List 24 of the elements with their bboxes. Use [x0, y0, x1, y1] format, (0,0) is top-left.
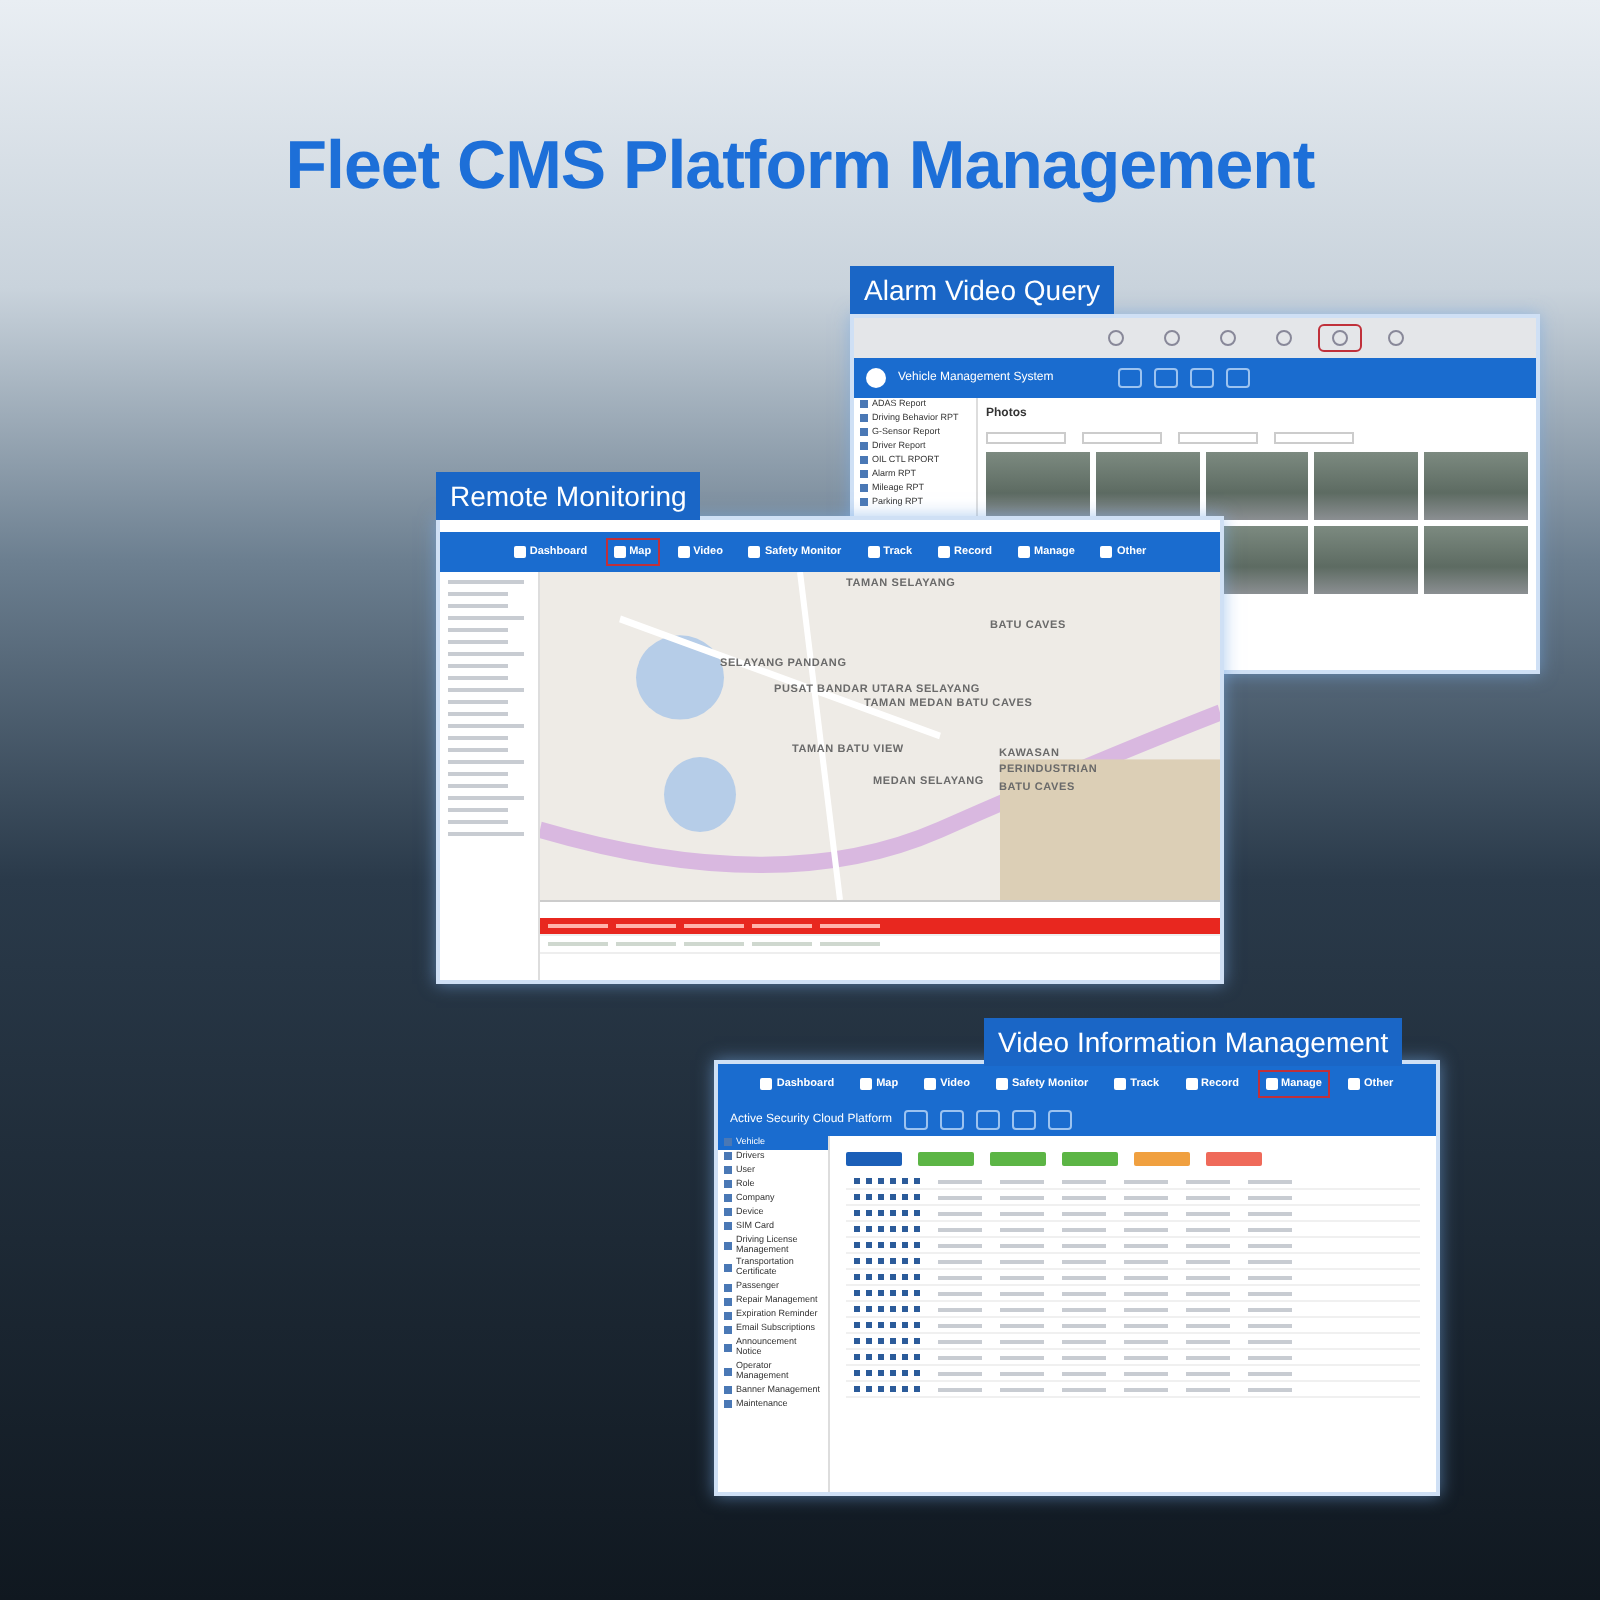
section-label: Video Information Management	[984, 1018, 1403, 1066]
input-field[interactable]	[1082, 432, 1162, 444]
toolbar-icon[interactable]	[1048, 1110, 1073, 1130]
page-title: Fleet CMS Platform Management	[283, 126, 1317, 208]
toolbar-icon[interactable]	[1117, 368, 1142, 388]
input-field[interactable]	[1178, 432, 1258, 444]
section-label: Alarm Video Query	[850, 266, 1115, 314]
input-field[interactable]	[986, 432, 1066, 444]
input-field[interactable]	[1274, 432, 1354, 444]
toolbar-icon[interactable]	[1153, 368, 1178, 388]
table-row[interactable]	[540, 918, 1220, 936]
toolbar-icon[interactable]	[976, 1110, 1001, 1130]
logo-icon	[866, 368, 886, 388]
toolbar-icon[interactable]	[940, 1110, 965, 1130]
menu-icon	[724, 1264, 732, 1273]
section-label: Remote Monitoring	[436, 472, 701, 520]
menu-icon	[724, 1344, 732, 1352]
toolbar-icon[interactable]	[1012, 1110, 1037, 1130]
menu-icon	[724, 1367, 732, 1376]
toolbar-icon[interactable]	[1225, 368, 1250, 388]
menu-icon	[724, 1241, 732, 1249]
toolbar-icon[interactable]	[904, 1110, 929, 1130]
toolbar-button[interactable]	[1320, 326, 1360, 350]
toolbar-icon[interactable]	[1189, 368, 1214, 388]
